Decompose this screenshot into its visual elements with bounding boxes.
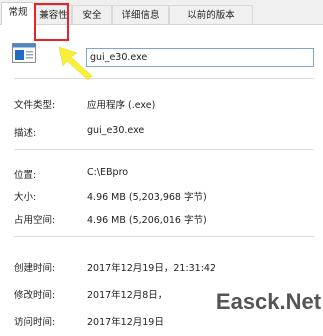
modified-value: 2017年12月8日，: [87, 290, 168, 301]
divider: [14, 236, 314, 237]
size-on-disk-value: 4.96 MB (5,206,016 字节): [87, 215, 207, 226]
size-on-disk-label: 占用空间:: [14, 215, 56, 226]
modified-label: 修改时间:: [14, 290, 56, 301]
tab-details[interactable]: 详细信息: [112, 5, 169, 24]
description-value: gui_e30.exe: [87, 125, 145, 136]
pointer-arrow-icon: [58, 46, 93, 81]
size-label: 大小:: [14, 192, 37, 203]
file-type-value: 应用程序 (.exe): [87, 100, 156, 111]
tab-previous-versions[interactable]: 以前的版本: [169, 5, 253, 24]
location-value: C:\EBpro: [87, 167, 129, 178]
location-label: 位置:: [14, 170, 37, 181]
file-type-label: 文件类型:: [14, 100, 56, 111]
watermark: Easck.Net: [214, 268, 323, 336]
accessed-value: 2017年12月19日: [87, 317, 164, 328]
exe-file-icon: [12, 43, 36, 63]
tab-security[interactable]: 安全: [72, 5, 112, 24]
size-value: 4.96 MB (5,203,968 字节): [87, 192, 207, 203]
created-label: 创建时间:: [14, 263, 56, 274]
tab-general[interactable]: 常规: [1, 2, 35, 25]
highlight-box: [34, 3, 69, 41]
accessed-label: 访问时间:: [14, 317, 56, 328]
file-name-input[interactable]: gui_e30.exe: [86, 48, 314, 67]
divider: [14, 149, 314, 150]
description-label: 描述:: [14, 128, 37, 139]
created-value: 2017年12月19日，21:31:42: [87, 263, 217, 274]
